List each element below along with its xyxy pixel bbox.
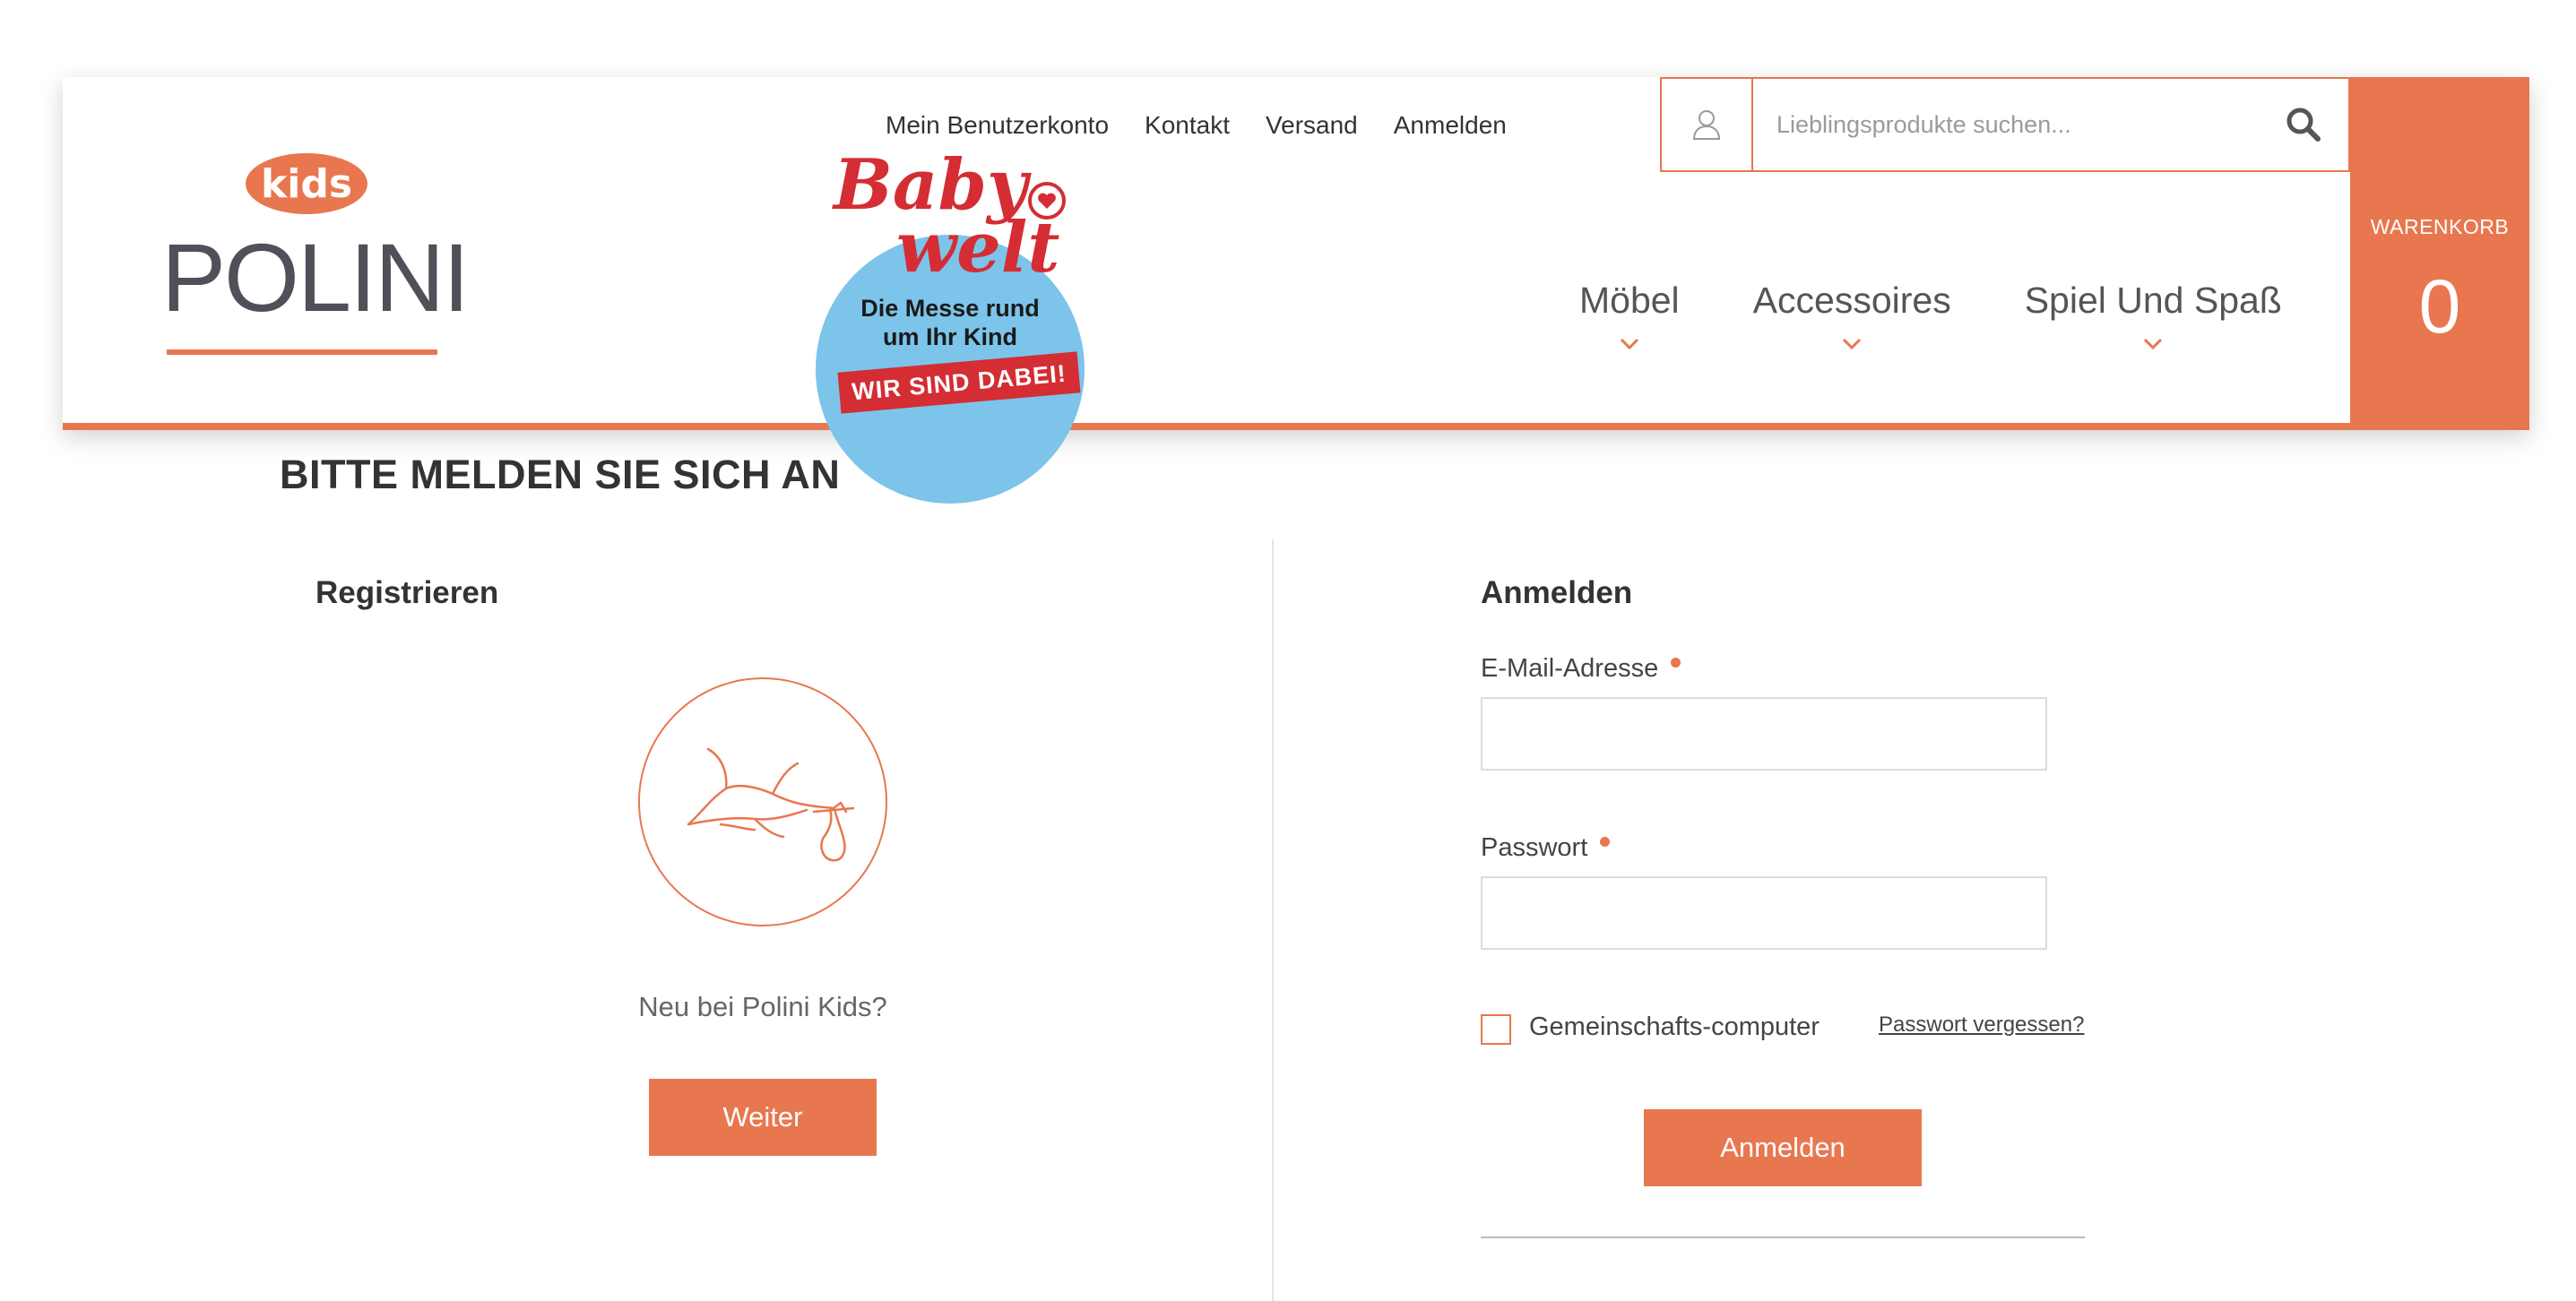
account-button[interactable] bbox=[1662, 79, 1753, 170]
logo-kids-text: kids bbox=[261, 161, 352, 207]
login-heading: Anmelden bbox=[1481, 575, 1633, 610]
forgot-password-link[interactable]: Passwort vergessen? bbox=[1879, 1012, 2084, 1038]
main-nav-furniture[interactable]: Möbel bbox=[1579, 280, 1680, 350]
polini-kids-logo[interactable]: kids POLINI bbox=[161, 140, 470, 373]
email-label-text: E-Mail-Adresse bbox=[1481, 654, 1659, 683]
logo-underline bbox=[167, 349, 437, 355]
search-input[interactable] bbox=[1753, 79, 2259, 170]
search-button[interactable] bbox=[2259, 79, 2348, 170]
top-nav-contact[interactable]: Kontakt bbox=[1145, 111, 1230, 140]
main-nav-play-fun-label: Spiel Und Spaß bbox=[2024, 280, 2282, 321]
shared-computer-checkbox[interactable] bbox=[1481, 1014, 1511, 1045]
main-nav-furniture-label: Möbel bbox=[1579, 280, 1680, 321]
heart-icon bbox=[1028, 182, 1066, 220]
kids-logo-blob: kids bbox=[246, 153, 367, 214]
top-nav-login[interactable]: Anmelden bbox=[1394, 111, 1507, 140]
search-icon bbox=[2286, 108, 2321, 142]
cart-button[interactable]: WARENKORB 0 bbox=[2350, 77, 2529, 423]
required-indicator bbox=[1600, 837, 1611, 847]
email-label: E-Mail-Adresse bbox=[1481, 654, 1681, 684]
column-divider bbox=[1272, 539, 1274, 1301]
stork-circle bbox=[638, 677, 887, 926]
required-indicator bbox=[1671, 658, 1681, 668]
password-field[interactable] bbox=[1481, 876, 2047, 950]
shared-computer-label: Gemeinschafts-computer bbox=[1529, 1012, 1820, 1041]
email-field[interactable] bbox=[1481, 697, 2047, 771]
main-nav-play-fun[interactable]: Spiel Und Spaß bbox=[2025, 280, 2282, 350]
password-label-text: Passwort bbox=[1481, 833, 1588, 862]
page-title: BITTE MELDEN SIE SICH AN bbox=[280, 452, 841, 497]
logo-polini-text: POLINI bbox=[161, 223, 470, 332]
top-nav-my-account[interactable]: Mein Benutzerkonto bbox=[886, 111, 1109, 140]
main-nav-accessories-label: Accessoires bbox=[1752, 280, 1951, 321]
site-header: kids POLINI Mein Benutzerkonto Kontakt V… bbox=[63, 77, 2529, 504]
babywelt-badge[interactable]: Baby welt Die Messe rund um Ihr Kind WIR… bbox=[751, 151, 1092, 504]
babywelt-subtitle-line1: Die Messe rund bbox=[860, 295, 1040, 322]
main-nav-accessories[interactable]: Accessoires bbox=[1753, 280, 1951, 350]
register-heading: Registrieren bbox=[316, 575, 499, 610]
cart-label: WARENKORB bbox=[2370, 215, 2510, 238]
cart-count: 0 bbox=[2418, 264, 2461, 349]
search-bar bbox=[1660, 77, 2350, 172]
babywelt-subtitle: Die Messe rund um Ihr Kind bbox=[843, 294, 1058, 351]
login-divider bbox=[1481, 1236, 2085, 1238]
main-nav: Möbel Accessoires Spiel Und Spaß bbox=[1579, 280, 2282, 350]
top-nav: Mein Benutzerkonto Kontakt Versand Anmel… bbox=[886, 111, 1507, 140]
babywelt-subtitle-line2: um Ihr Kind bbox=[883, 323, 1017, 350]
chevron-down-icon bbox=[1843, 338, 1862, 350]
chevron-down-icon bbox=[1620, 338, 1638, 350]
continue-button[interactable]: Weiter bbox=[649, 1079, 877, 1156]
register-prompt: Neu bei Polini Kids? bbox=[638, 991, 887, 1022]
stork-icon bbox=[687, 747, 855, 862]
user-icon bbox=[1692, 110, 1721, 140]
babywelt-title-line2: welt bbox=[896, 207, 1060, 289]
login-button[interactable]: Anmelden bbox=[1644, 1109, 1922, 1186]
password-label: Passwort bbox=[1481, 833, 1611, 863]
chevron-down-icon bbox=[2144, 338, 2163, 350]
top-nav-shipping[interactable]: Versand bbox=[1266, 111, 1358, 140]
